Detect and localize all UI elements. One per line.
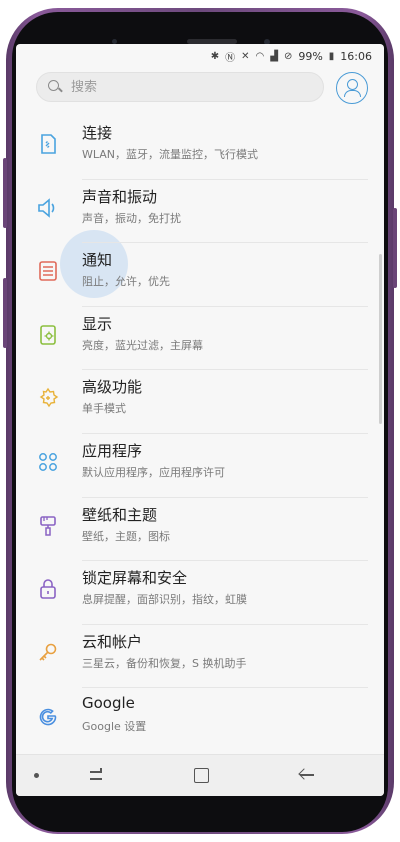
do-not-disturb-icon: ⊘ [283,50,293,62]
signal-icon: ▟ [270,50,278,62]
google-icon [34,702,62,730]
item-subtitle: 三星云，备份和恢复，S 换机助手 [82,656,247,670]
battery-percent: 99% [298,49,323,63]
settings-item-advanced-features[interactable]: 高级功能 单手模式 [16,370,384,434]
home-icon[interactable] [194,768,209,783]
settings-item-sound[interactable]: 声音和振动 声音，振动，免打扰 [16,180,384,244]
item-subtitle: Google 设置 [82,720,147,734]
item-subtitle: 壁纸，主题，图标 [82,529,170,543]
apps-icon [34,448,62,476]
brush-icon [34,512,62,540]
item-title: 连接 [82,124,113,142]
search-row [16,68,384,112]
wifi-icon: ◠ [255,50,265,62]
status-bar: ✱ Ⓝ ✕ ◠ ▟ ⊘ 99% ▮ 16:06 [16,44,384,68]
advanced-features-icon [34,384,62,412]
navigation-bar [16,754,384,796]
display-icon [34,321,62,349]
settings-item-connections[interactable]: 连接 WLAN，蓝牙，流量监控，飞行模式 [16,116,384,180]
notification-icon [34,257,62,285]
bixby-button [3,278,7,348]
item-title: 锁定屏幕和安全 [82,569,188,588]
connections-icon [34,130,62,158]
lock-icon [34,575,62,603]
item-subtitle: 默认应用程序，应用程序许可 [82,465,225,479]
item-subtitle: 单手模式 [82,402,126,416]
settings-item-display[interactable]: 显示 亮度，蓝光过滤，主屏幕 [16,307,384,371]
speaker-icon [34,194,62,222]
item-title: Google [82,694,135,713]
search-icon [47,79,63,95]
settings-item-apps[interactable]: 应用程序 默认应用程序，应用程序许可 [16,434,384,498]
account-avatar-icon[interactable] [336,72,368,104]
nfc-icon: Ⓝ [225,52,236,64]
item-title: 云和帐户 [82,632,143,651]
power-button [393,208,397,288]
item-title: 显示 [82,314,113,333]
settings-item-wallpapers-themes[interactable]: 壁纸和主题 壁纸，主题，图标 [16,498,384,562]
clock: 16:06 [340,49,372,63]
scrollbar[interactable] [379,254,382,424]
item-subtitle: 声音，振动，免打扰 [82,211,181,225]
search-box[interactable] [36,72,324,102]
item-subtitle: 阻止，允许，优先 [82,275,170,289]
item-title: 通知 [82,251,113,270]
recent-apps-icon[interactable] [90,768,106,782]
item-title: 声音和振动 [82,187,158,206]
item-title: 壁纸和主题 [82,505,158,524]
settings-item-google[interactable]: Google Google 设置 [16,688,384,752]
key-icon [34,639,62,667]
item-subtitle: WLAN，蓝牙，流量监控，飞行模式 [82,148,259,161]
battery-icon: ▮ [328,50,335,62]
settings-list: 连接 WLAN，蓝牙，流量监控，飞行模式 声音和振动 声音，振动，免打扰 通知 … [16,116,384,752]
screen: ✱ Ⓝ ✕ ◠ ▟ ⊘ 99% ▮ 16:06 连接 WLAN，蓝牙，流量监控，… [16,44,384,796]
settings-item-notifications[interactable]: 通知 阻止，允许，优先 [16,243,384,307]
mute-icon: ✕ [241,50,250,62]
item-subtitle: 亮度，蓝光过滤，主屏幕 [82,338,203,352]
item-subtitle: 息屏提醒，面部识别，指纹，虹膜 [82,593,247,607]
settings-item-lock-screen-security[interactable]: 锁定屏幕和安全 息屏提醒，面部识别，指纹，虹膜 [16,561,384,625]
item-title: 应用程序 [82,441,143,460]
nav-dot-icon[interactable] [34,773,39,778]
bluetooth-icon: ✱ [210,50,220,62]
item-title: 高级功能 [82,378,143,397]
volume-button [3,158,7,228]
search-input[interactable] [69,78,293,96]
settings-item-cloud-accounts[interactable]: 云和帐户 三星云，备份和恢复，S 换机助手 [16,625,384,689]
back-icon[interactable] [298,769,314,781]
